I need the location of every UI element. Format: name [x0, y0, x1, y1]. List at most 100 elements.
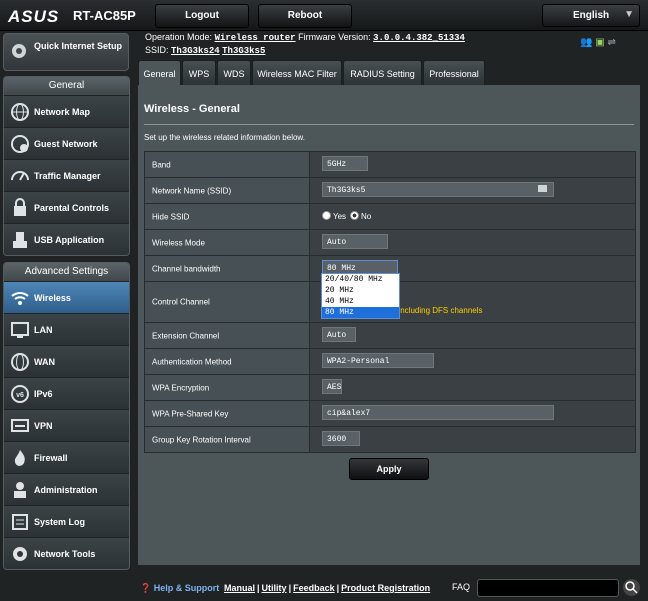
advanced-menu-group: Advanced Settings Wireless LAN WAN v6 IP… — [3, 262, 130, 570]
row-wpa-key: WPA Pre-Shared Key cip&alex7 — [145, 401, 635, 427]
wifi-icon — [11, 292, 29, 305]
ssid-5-link[interactable]: Th3G3ks5 — [222, 46, 265, 56]
extension-channel-select[interactable]: Auto — [322, 327, 356, 342]
radio-no-label: No — [361, 212, 372, 221]
sidebar-item-system-log[interactable]: System Log — [4, 506, 129, 538]
hide-ssid-no-radio[interactable]: No — [350, 211, 371, 221]
tab-wps[interactable]: WPS — [182, 60, 216, 87]
sidebar-item-label: System Log — [34, 517, 86, 527]
row-wireless-mode: Wireless Mode Auto — [145, 230, 635, 256]
asus-logo: ASUS — [8, 7, 60, 26]
bandwidth-option-selected[interactable]: 80 MHz — [322, 307, 399, 318]
logout-button[interactable]: Logout — [155, 4, 249, 28]
sidebar-item-label: VPN — [34, 421, 53, 431]
manual-link[interactable]: Manual — [224, 583, 255, 593]
row-band: Band 5GHz — [145, 152, 635, 178]
page-title: Wireless - General — [144, 103, 240, 115]
sidebar-item-label: Traffic Manager — [34, 171, 101, 181]
sidebar-item-label: Parental Controls — [34, 203, 110, 213]
sidebar-item-parental-controls[interactable]: Parental Controls — [4, 192, 129, 224]
extension-channel-label: Extension Channel — [152, 331, 220, 340]
model-name: RT-AC85P — [73, 8, 136, 23]
hide-ssid-label: Hide SSID — [152, 212, 190, 221]
wpa-key-label: WPA Pre-Shared Key — [152, 409, 229, 418]
apply-button[interactable]: Apply — [349, 458, 429, 480]
operation-mode-label: Operation Mode: — [145, 32, 213, 42]
bandwidth-option[interactable]: 40 MHz — [322, 296, 399, 307]
svg-text:v6: v6 — [16, 392, 24, 399]
ssid-24-link[interactable]: Th3G3ks24 — [171, 46, 220, 56]
wpa-key-input[interactable]: cip&alex7 — [322, 405, 554, 420]
tab-professional[interactable]: Professional — [423, 60, 485, 87]
general-header: General — [4, 77, 129, 96]
help-support[interactable]: ❓ Help & Support — [140, 583, 219, 594]
status-icons: 👥 ▣ ⇌ — [580, 37, 616, 48]
wpa-encryption-label: WPA Encryption — [152, 383, 210, 392]
log-icon — [12, 514, 28, 530]
sidebar-item-firewall[interactable]: Firewall — [4, 442, 129, 474]
product-registration-link[interactable]: Product Registration — [341, 583, 430, 593]
tab-general[interactable]: General — [138, 60, 181, 87]
faq-search-input[interactable] — [477, 579, 619, 597]
lock-icon — [14, 198, 26, 216]
firmware-link[interactable]: 3.0.0.4.382_51334 — [373, 33, 465, 43]
wireless-mode-select[interactable]: Auto — [322, 234, 388, 249]
operation-mode-link[interactable]: Wireless router — [215, 33, 296, 43]
usb-icon[interactable]: ⇌ — [607, 37, 615, 48]
sidebar-item-lan[interactable]: LAN — [4, 314, 129, 346]
auth-method-select[interactable]: WPA2-Personal — [322, 353, 434, 368]
sidebar-item-wan[interactable]: WAN — [4, 346, 129, 378]
tools-icon — [13, 547, 27, 561]
sidebar-item-usb-application[interactable]: USB Application — [4, 224, 129, 255]
dfs-note: el including DFS channels — [390, 306, 483, 315]
sidebar-item-network-tools[interactable]: Network Tools — [4, 538, 129, 569]
bandwidth-option[interactable]: 20/40/80 MHz — [322, 274, 399, 285]
footer-links: Manual | Utility | Feedback | Product Registra… — [224, 583, 431, 593]
sidebar-item-network-map[interactable]: Network Map — [4, 96, 129, 128]
quick-internet-setup-button[interactable]: Quick Internet Setup — [3, 33, 129, 71]
auth-method-label: Authentication Method — [152, 357, 232, 366]
tab-wireless-mac-filter[interactable]: Wireless MAC Filter — [252, 60, 342, 87]
sidebar-item-wireless[interactable]: Wireless — [4, 282, 129, 314]
network-icon[interactable]: ▣ — [595, 37, 604, 48]
reboot-button[interactable]: Reboot — [258, 4, 352, 28]
language-select[interactable]: English ▼ — [542, 4, 640, 27]
channel-bandwidth-label: Channel bandwidth — [152, 264, 221, 273]
language-value: English — [573, 10, 610, 21]
sidebar-item-label: Network Tools — [34, 549, 96, 559]
speedometer-icon — [11, 171, 29, 181]
radio-unchecked-icon — [322, 211, 331, 220]
keyboard-icon[interactable] — [538, 185, 547, 192]
group-key-label: Group Key Rotation Interval — [152, 435, 251, 444]
sidebar-item-traffic-manager[interactable]: Traffic Manager — [4, 160, 129, 192]
clients-icon[interactable]: 👥 — [580, 37, 592, 48]
group-key-input[interactable]: 3600 — [322, 431, 360, 446]
sidebar-item-ipv6[interactable]: v6 IPv6 — [4, 378, 129, 410]
bandwidth-option[interactable]: 20 MHz — [322, 285, 399, 296]
search-icon[interactable] — [623, 579, 640, 596]
utility-link[interactable]: Utility — [262, 583, 287, 593]
hide-ssid-yes-radio[interactable]: Yes — [322, 211, 346, 221]
tab-radius-setting[interactable]: RADIUS Setting — [343, 60, 422, 87]
band-select[interactable]: 5GHz — [322, 156, 368, 171]
ssid-input[interactable]: Th3G3ks5 — [322, 182, 554, 197]
globe-icon — [11, 103, 29, 121]
advanced-header: Advanced Settings — [4, 263, 129, 282]
quick-setup-label: Quick Internet Setup — [34, 41, 123, 51]
page-description: Set up the wireless related information … — [144, 133, 305, 142]
feedback-link[interactable]: Feedback — [293, 583, 335, 593]
sidebar-item-label: Wireless — [34, 293, 71, 303]
firmware-label: Firmware Version: — [298, 32, 371, 42]
sidebar-item-vpn[interactable]: VPN — [4, 410, 129, 442]
guest-globe-icon — [11, 135, 29, 153]
tab-wds[interactable]: WDS — [217, 60, 251, 87]
band-label: Band — [152, 160, 171, 169]
sidebar-item-guest-network[interactable]: Guest Network — [4, 128, 129, 160]
main-panel: Wireless - General Set up the wireless r… — [138, 85, 640, 565]
general-menu-group: General Network Map Guest Network Traffi… — [3, 76, 130, 256]
admin-icon — [14, 482, 26, 498]
gear-icon — [10, 42, 28, 62]
wpa-encryption-select[interactable]: AES — [322, 379, 342, 394]
sidebar-item-administration[interactable]: Administration — [4, 474, 129, 506]
control-channel-label: Control Channel — [152, 297, 210, 307]
